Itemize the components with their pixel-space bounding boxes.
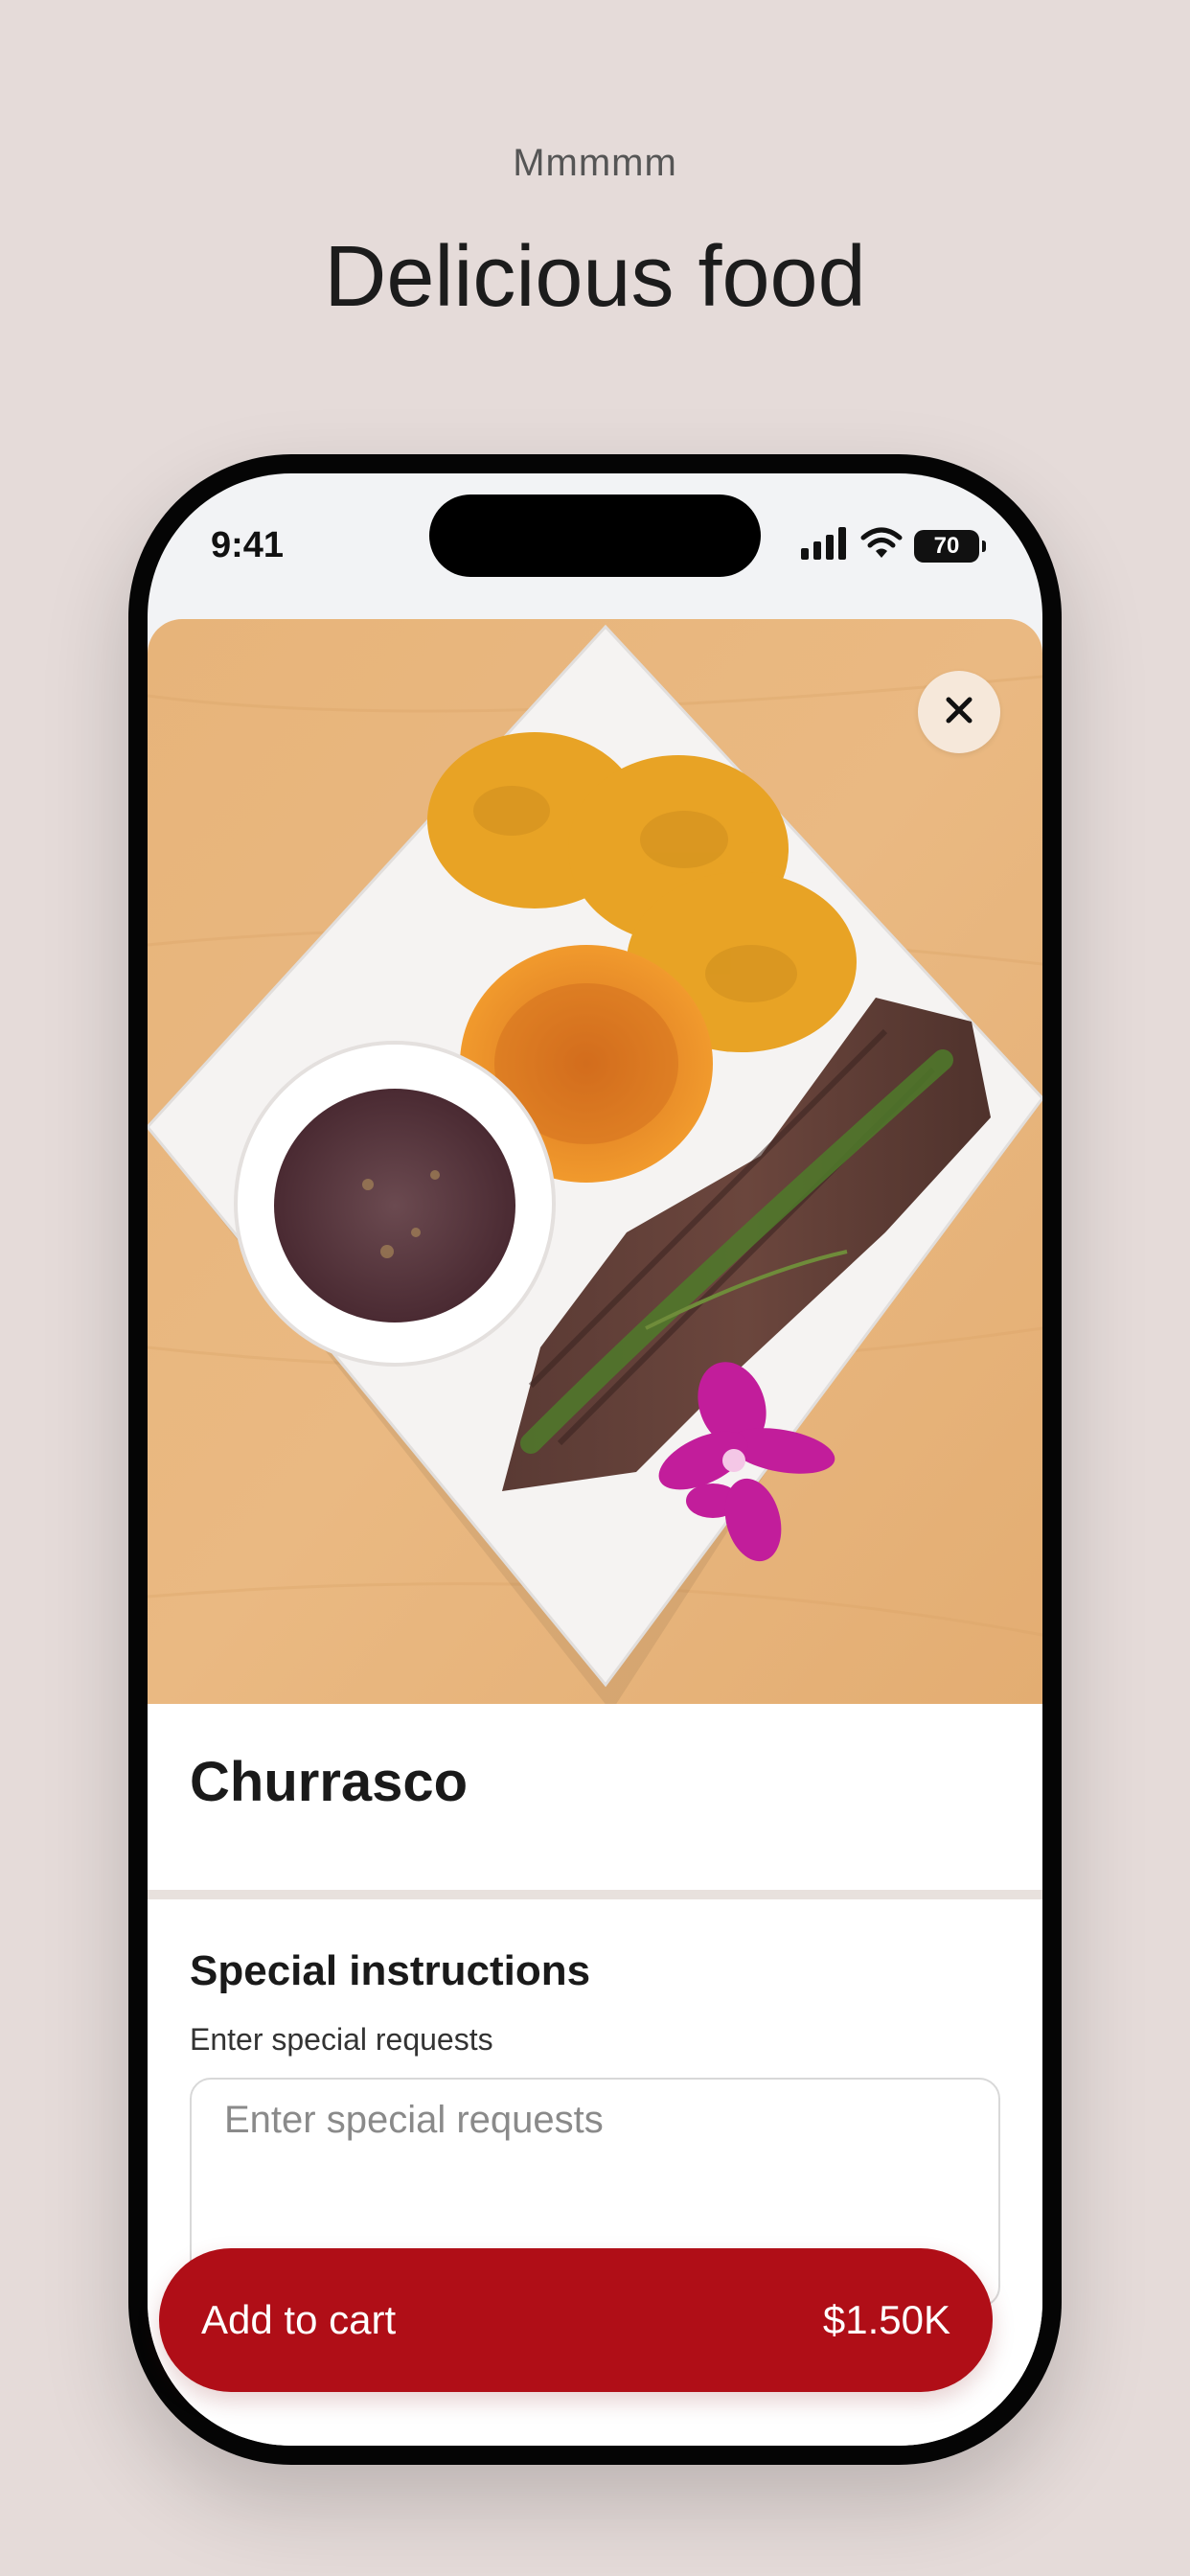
- page-headline: Delicious food: [324, 229, 866, 325]
- status-bar: 9:41 70: [148, 473, 1042, 617]
- add-to-cart-button[interactable]: Add to cart $1.50K: [159, 2248, 993, 2392]
- status-icons: 70: [801, 527, 986, 564]
- add-to-cart-label: Add to cart: [201, 2297, 397, 2342]
- item-name: Churrasco: [190, 1751, 469, 1813]
- special-instructions-subtitle: Enter special requests: [190, 2022, 493, 2057]
- close-icon: [944, 695, 974, 730]
- close-button[interactable]: [918, 671, 1000, 753]
- dynamic-island: [429, 494, 761, 577]
- item-detail-sheet: Churrasco Special instructions Enter spe…: [148, 619, 1042, 2446]
- phone-screen: 9:41 70 Churrasco Special instructions E…: [148, 473, 1042, 2446]
- special-instructions-title: Special instructions: [190, 1947, 591, 1994]
- cart-price: $1.50K: [822, 2297, 950, 2342]
- battery-icon: 70: [914, 529, 986, 563]
- header-eyebrow: Mmmmm: [513, 142, 677, 184]
- food-photo: [148, 619, 1042, 1704]
- wifi-icon: [860, 527, 903, 564]
- cellular-signal-icon: [801, 527, 849, 564]
- phone-frame: 9:41 70 Churrasco Special instructions E…: [128, 454, 1062, 2465]
- section-divider: [148, 1890, 1042, 1899]
- status-time: 9:41: [211, 525, 285, 565]
